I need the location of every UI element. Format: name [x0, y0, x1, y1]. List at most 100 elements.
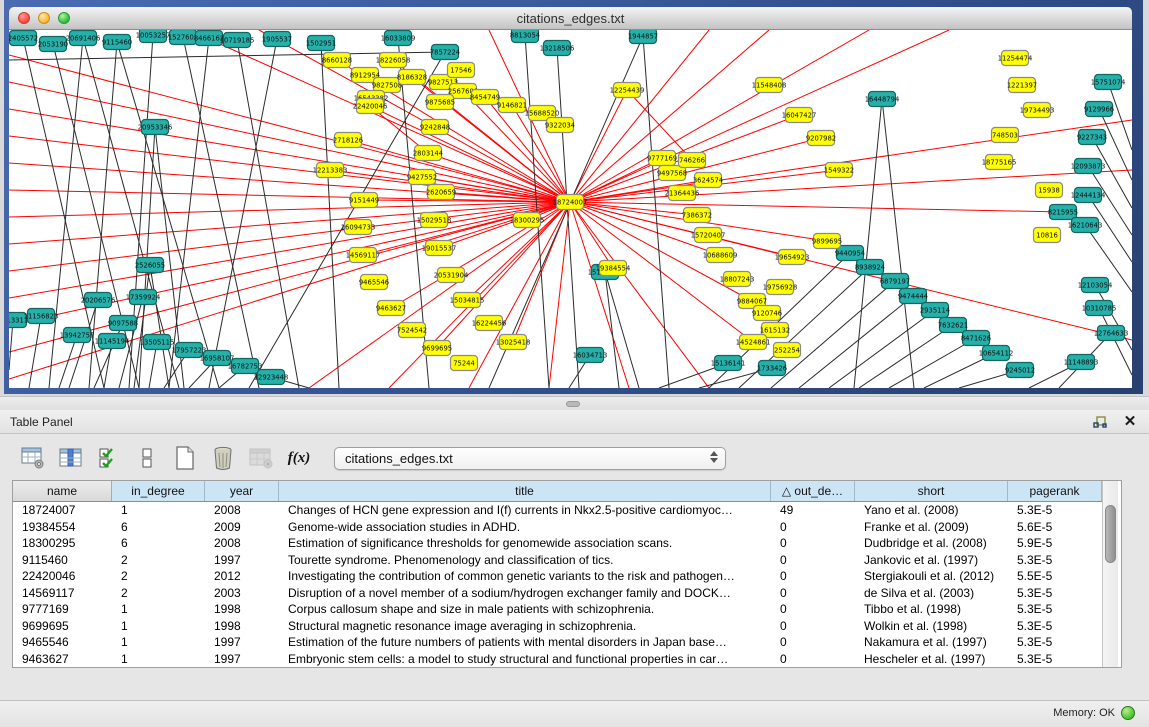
graph-node-18226058[interactable]: 18226058: [376, 53, 411, 68]
cell-short[interactable]: de Silva et al. (2003): [855, 585, 1008, 602]
graph-node-252254[interactable]: 252254: [774, 343, 801, 358]
graph-node-2803144[interactable]: 2803144: [413, 146, 443, 161]
graph-node-10688609[interactable]: 10688609: [703, 248, 738, 263]
graph-node-19015537[interactable]: 19015537: [422, 241, 457, 256]
memory-indicator[interactable]: Memory: OK: [1053, 706, 1135, 720]
citation-edge-black[interactable]: [209, 39, 277, 388]
graph-node-8186328[interactable]: 8186328: [397, 70, 427, 85]
table-row[interactable]: 946554611997Estimation of the future num…: [13, 634, 1102, 651]
column-header-out_de[interactable]: △ out_de…: [771, 481, 855, 501]
cell-year[interactable]: 2012: [205, 568, 279, 585]
graph-node-19756928[interactable]: 19756928: [763, 280, 798, 295]
graph-node-11148893[interactable]: 11148893: [1064, 355, 1099, 370]
graph-node-2935114[interactable]: 2935114: [920, 303, 950, 318]
graph-node-11254474[interactable]: 11254474: [998, 51, 1033, 66]
cell-pagerank[interactable]: 5.6E-5: [1008, 519, 1102, 536]
cell-name[interactable]: 18724007: [13, 502, 112, 519]
graph-node-8660128[interactable]: 8660128: [322, 53, 352, 68]
cell-name[interactable]: 9463627: [13, 651, 112, 668]
graph-node-18300295[interactable]: 18300295: [510, 213, 545, 228]
cell-short[interactable]: Franke et al. (2009): [855, 519, 1008, 536]
graph-node-2718126[interactable]: 2718126: [333, 133, 363, 148]
graph-node-20953346[interactable]: 20953346: [138, 120, 173, 135]
table-selector-dropdown[interactable]: citations_edges.txt: [334, 447, 726, 470]
column-header-pagerank[interactable]: pagerank: [1008, 481, 1102, 501]
graph-node-13025418[interactable]: 13025418: [496, 335, 531, 350]
cell-name[interactable]: 9465546: [13, 634, 112, 651]
cell-title[interactable]: Disruption of a novel member of a sodium…: [279, 585, 771, 602]
cell-title[interactable]: Tourette syndrome. Phenomenology and cla…: [279, 552, 771, 569]
cell-pagerank[interactable]: 5.5E-5: [1008, 568, 1102, 585]
graph-node-9207982[interactable]: 9207982: [806, 131, 836, 146]
graph-node-19384554[interactable]: 19384554: [596, 261, 631, 276]
graph-node-16210643[interactable]: 16210643: [1068, 218, 1103, 233]
graph-node-20206576[interactable]: 20206576: [81, 293, 116, 308]
table-row[interactable]: 1830029562008Estimation of significance …: [13, 535, 1102, 552]
graph-node-6879197[interactable]: 6879197: [880, 274, 910, 289]
graph-node-8813054[interactable]: 8813054: [510, 30, 540, 43]
graph-node-16224456[interactable]: 16224456: [472, 316, 507, 331]
cell-in_degree[interactable]: 2: [112, 568, 205, 585]
cell-out_de[interactable]: 0: [771, 552, 855, 569]
citation-edge-black[interactable]: [889, 338, 976, 388]
graph-node-12923448[interactable]: 12923448: [254, 370, 289, 385]
cell-short[interactable]: Hescheler et al. (1997): [855, 651, 1008, 668]
graph-node-7632621[interactable]: 7632621: [938, 318, 968, 333]
select-all-icon[interactable]: [96, 445, 122, 471]
cell-out_de[interactable]: 49: [771, 502, 855, 519]
citation-edge-black[interactable]: [237, 40, 299, 388]
cell-name[interactable]: 9115460: [13, 552, 112, 569]
column-header-title[interactable]: title: [279, 481, 771, 501]
vertical-scrollbar[interactable]: [1102, 481, 1118, 667]
citation-edge-red[interactable]: [627, 90, 692, 160]
delete-table-icon[interactable]: [210, 445, 236, 471]
table-row[interactable]: 911546021997Tourette syndrome. Phenomeno…: [13, 552, 1102, 569]
graph-node-9463627[interactable]: 9463627: [376, 301, 406, 316]
citation-edge-red[interactable]: [549, 202, 570, 388]
graph-node-10816[interactable]: 10816: [1034, 228, 1061, 243]
graph-node-2526055[interactable]: 2526055: [135, 258, 165, 273]
column-header-short[interactable]: short: [855, 481, 1008, 501]
graph-node-9227343[interactable]: 9227343: [1077, 130, 1107, 145]
cell-year[interactable]: 2009: [205, 519, 279, 536]
column-header-year[interactable]: year: [205, 481, 279, 501]
graph-node-1221397[interactable]: 1221397: [1007, 78, 1037, 93]
graph-node-19734493[interactable]: 19734493: [1020, 103, 1055, 118]
graph-node-11548408[interactable]: 11548408: [752, 78, 787, 93]
citation-edge-red[interactable]: [469, 202, 570, 388]
panel-divider[interactable]: [0, 396, 1149, 410]
table-row[interactable]: 1456911722003Disruption of a novel membe…: [13, 585, 1102, 602]
graph-node-1502951[interactable]: 1502951: [306, 36, 336, 51]
citation-edge-black[interactable]: [829, 310, 935, 388]
citation-edge-red[interactable]: [9, 55, 570, 202]
cell-short[interactable]: Nakamura et al. (1997): [855, 634, 1008, 651]
graph-node-8938924[interactable]: 8938924: [855, 260, 885, 275]
graph-node-7524542[interactable]: 7524542: [397, 323, 427, 338]
graph-node-12254439[interactable]: 12254439: [610, 83, 645, 98]
cell-pagerank[interactable]: 5.3E-5: [1008, 651, 1102, 668]
graph-node-8471626[interactable]: 8471626: [961, 331, 991, 346]
graph-node-10719185[interactable]: 10719185: [220, 33, 255, 48]
graph-node-15034815[interactable]: 15034815: [450, 293, 485, 308]
graph-node-9129966[interactable]: 9129966: [1084, 102, 1114, 117]
close-panel-icon[interactable]: ✕: [1121, 413, 1139, 431]
cell-pagerank[interactable]: 5.3E-5: [1008, 634, 1102, 651]
graph-node-9777169[interactable]: 9777169: [647, 151, 677, 166]
graph-node-18724007[interactable]: 18724007: [553, 195, 588, 210]
cell-title[interactable]: Corpus callosum shape and size in male p…: [279, 601, 771, 618]
cell-pagerank[interactable]: 5.3E-5: [1008, 552, 1102, 569]
table-row[interactable]: 969969511998Structural magnetic resonanc…: [13, 618, 1102, 635]
cell-name[interactable]: 14569117: [13, 585, 112, 602]
cell-short[interactable]: Tibbo et al. (1998): [855, 601, 1008, 618]
graph-node-10654112[interactable]: 10654112: [979, 346, 1014, 361]
graph-node-12444134[interactable]: 12444134: [1071, 188, 1106, 203]
citation-edge-red[interactable]: [9, 202, 570, 379]
cell-title[interactable]: Investigating the contribution of common…: [279, 568, 771, 585]
graph-node-9146821[interactable]: 9146821: [497, 98, 527, 113]
graph-node-16047427[interactable]: 16047427: [782, 108, 817, 123]
cell-in_degree[interactable]: 6: [112, 519, 205, 536]
citation-edge-black[interactable]: [29, 316, 41, 388]
graph-node-9699695[interactable]: 9699695: [422, 341, 452, 356]
graph-node-1944857[interactable]: 1944857: [628, 30, 658, 44]
graph-node-9899695[interactable]: 9899695: [812, 234, 842, 249]
